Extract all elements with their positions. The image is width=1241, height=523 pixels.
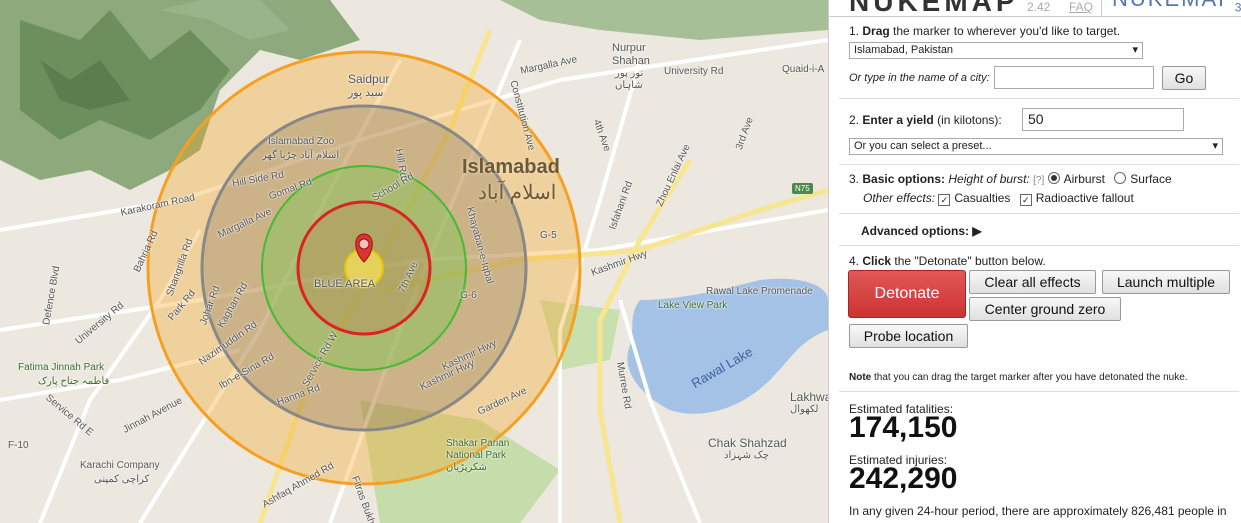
step1-bold: Drag — [862, 24, 890, 38]
step3-row2: Other effects: ✓ Casualties ✓ Radioactive … — [863, 191, 1134, 206]
map-label-shakar-2: National Park — [446, 450, 507, 461]
map-label-chak: Chak Shahzad — [708, 436, 787, 450]
divider-5 — [839, 391, 1239, 392]
note-rest: that you can drag the target marker afte… — [871, 372, 1188, 383]
hob-label: Height of burst: — [948, 172, 1030, 186]
header: NUKEMAP 2.42 FAQ NUKEMAP3D — [829, 0, 1241, 17]
map-label-blue-area: BLUE AREA — [314, 278, 376, 290]
map-view[interactable]: Saidpur سید پور Islamabad Zoo اسلام آباد… — [0, 0, 828, 523]
clear-effects-button[interactable]: Clear all effects — [969, 270, 1096, 294]
map-label-saidpur-ur: سید پور — [348, 87, 384, 99]
advanced-options-toggle[interactable]: Advanced options: ▶ — [861, 224, 982, 238]
surface-label: Surface — [1130, 172, 1172, 186]
city-select-value: Islamabad, Pakistan — [854, 44, 954, 56]
map-label-rawal-promenade: Rawal Lake Promenade — [706, 286, 813, 297]
map-label-karachi: Karachi Company — [80, 460, 160, 471]
map-label-shakar: Shakar Parian — [446, 438, 510, 449]
map-label-lakhwal-ur: لکھوال — [790, 404, 819, 415]
divider-4 — [839, 245, 1239, 246]
faq-link[interactable]: FAQ — [1069, 0, 1093, 14]
airburst-label: Airburst — [1063, 172, 1105, 186]
step1-instruction: 1. Drag the marker to wherever you'd lik… — [849, 24, 1120, 38]
step2-num: 2. — [849, 113, 860, 127]
fallout-label: Radioactive fallout — [1035, 191, 1134, 205]
nukemap3d-sub: 3D — [1235, 0, 1241, 14]
map-label-shahan-ur: شاہاں — [615, 80, 643, 91]
step3-row1: 3. Basic options: Height of burst: [?] A… — [849, 172, 1172, 186]
map-label-university-rd: University Rd — [664, 66, 724, 77]
step3-num: 3. — [849, 172, 860, 186]
hob-help-link[interactable]: [?] — [1033, 175, 1044, 186]
city-type-label: Or type in the name of a city: — [849, 72, 990, 84]
fallout-checkbox[interactable]: ✓ — [1019, 194, 1032, 206]
map-label-fatima-ur: فاطمہ جناح پارک — [38, 376, 110, 387]
airburst-radio[interactable] — [1047, 172, 1060, 184]
preset-select[interactable]: Or you can select a preset... — [849, 138, 1223, 155]
map-label-zoo-ur: اسلام آباد چڑیا گھر — [262, 150, 340, 161]
divider-1 — [839, 98, 1239, 99]
nukemap3d-link[interactable]: NUKEMAP3D — [1101, 0, 1241, 16]
go-button[interactable]: Go — [1162, 66, 1206, 90]
effects-label: Other effects: — [863, 191, 936, 205]
step2-instruction: 2. Enter a yield (in kilotons): — [849, 113, 1002, 127]
map-label-saidpur: Saidpur — [348, 72, 390, 86]
drag-note: Note that you can drag the target marker… — [849, 372, 1188, 383]
step1-rest: the marker to wherever you'd like to tar… — [889, 24, 1121, 38]
map-label-g6: G-6 — [460, 290, 477, 301]
step4-instruction: 4. Click the "Detonate" button below. — [849, 254, 1046, 268]
note-bold: Note — [849, 372, 872, 383]
nukemap3d-label: NUKEMAP — [1112, 0, 1235, 11]
step4-num: 4. — [849, 254, 860, 268]
nukemap-logo: NUKEMAP — [849, 0, 1019, 17]
casualties-label: Casualties — [954, 191, 1011, 205]
fatalities-value: 174,150 — [849, 411, 958, 444]
center-ground-zero-button[interactable]: Center ground zero — [969, 297, 1121, 321]
map-label-quaid: Quaid-i-A — [782, 64, 825, 75]
map-label-shakar-ur: شکرپڑیاں — [446, 462, 487, 473]
map-label-fatima: Fatima Jinnah Park — [18, 362, 105, 373]
map-label-f10: F-10 — [8, 440, 29, 451]
injuries-value: 242,290 — [849, 462, 958, 495]
map-label-lake-view: Lake View Park — [658, 300, 728, 311]
map-label-lakhwal: Lakhwa — [790, 390, 828, 404]
preset-select-value: Or you can select a preset... — [854, 140, 992, 152]
map-label-karachi-ur: کراچی کمپنی — [94, 474, 150, 485]
yield-input[interactable]: 50 — [1022, 108, 1184, 131]
step1-num: 1. — [849, 24, 860, 38]
step2-bold: Enter a yield — [862, 113, 934, 127]
exposure-footer: In any given 24-hour period, there are a… — [849, 504, 1227, 518]
map-label-chak-ur: چک شہزاد — [724, 450, 769, 461]
version-label: 2.42 — [1027, 0, 1051, 14]
map-badge-n75: N75 — [792, 183, 813, 194]
city-select[interactable]: Islamabad, Pakistan — [849, 42, 1143, 59]
launch-multiple-button[interactable]: Launch multiple — [1102, 270, 1230, 294]
map-label-nurpur: Nurpur — [612, 42, 646, 54]
map-label-zoo: Islamabad Zoo — [268, 136, 335, 147]
divider-3 — [839, 213, 1239, 214]
casualties-checkbox[interactable]: ✓ — [938, 194, 951, 206]
map-label-islamabad: Islamabad — [462, 156, 560, 178]
step2-rest: (in kilotons): — [933, 113, 1002, 127]
surface-radio[interactable] — [1114, 172, 1127, 184]
map-label-nurpur-ur: نور پور — [615, 68, 644, 79]
step4-bold: Click — [862, 254, 892, 268]
map-label-g5: G-5 — [540, 230, 557, 241]
divider-2 — [839, 164, 1239, 165]
probe-location-button[interactable]: Probe location — [849, 324, 968, 348]
map-label-shahan: Shahan — [612, 55, 650, 67]
map-label-islamabad-ur: اسلام آباد — [478, 182, 557, 204]
step3-bold: Basic options: — [862, 172, 946, 186]
city-input[interactable] — [994, 66, 1154, 89]
step4-rest: the "Detonate" button below. — [891, 254, 1046, 268]
control-panel: NUKEMAP 2.42 FAQ NUKEMAP3D 1. Drag the m… — [828, 0, 1241, 523]
detonate-button[interactable]: Detonate — [848, 270, 966, 318]
